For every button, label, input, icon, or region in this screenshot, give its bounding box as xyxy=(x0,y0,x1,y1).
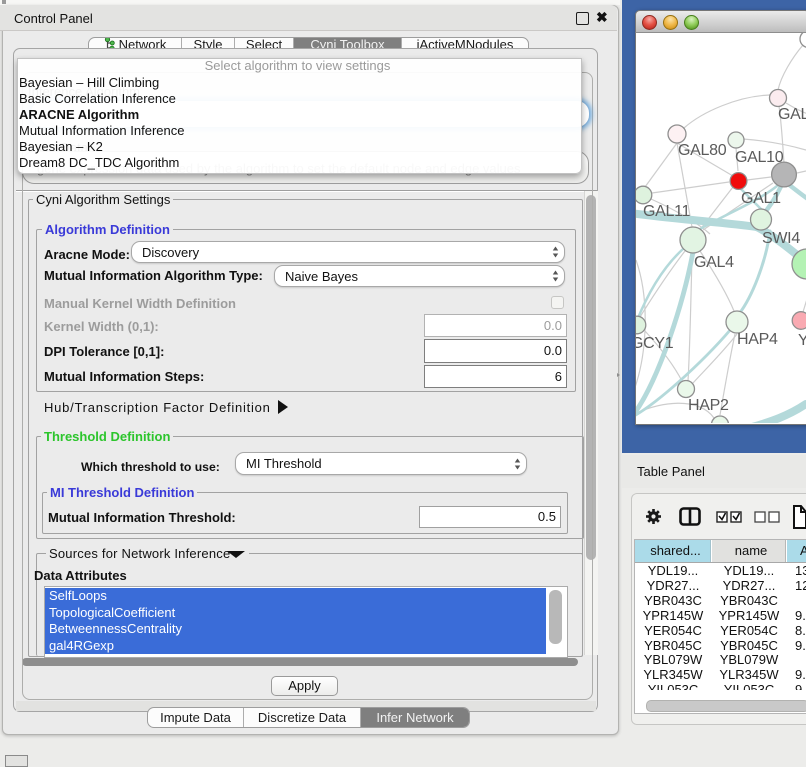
svg-text:HAP2: HAP2 xyxy=(688,397,729,414)
svg-text:GAL10: GAL10 xyxy=(735,149,784,166)
svg-text:Y: Y xyxy=(798,332,806,349)
svg-text:GAL: GAL xyxy=(778,106,806,123)
svg-text:GAL80: GAL80 xyxy=(678,142,727,159)
svg-text:GAL11: GAL11 xyxy=(643,203,691,220)
svg-text:SWI4: SWI4 xyxy=(762,230,800,247)
svg-text:GAL4: GAL4 xyxy=(694,254,734,271)
svg-text:HAP4: HAP4 xyxy=(737,331,778,348)
svg-text:GAL1: GAL1 xyxy=(741,190,781,207)
svg-text:GCY1: GCY1 xyxy=(636,335,674,352)
